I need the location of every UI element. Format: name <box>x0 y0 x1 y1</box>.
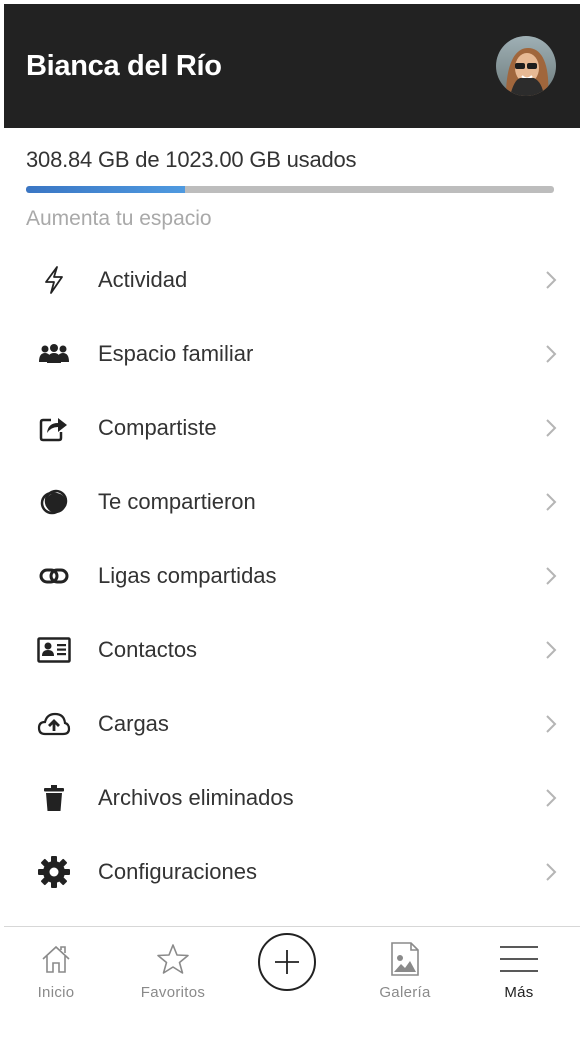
shared-with-you-icon <box>36 484 72 520</box>
chevron-right-icon <box>546 567 557 585</box>
app-header: Bianca del Río <box>4 4 580 128</box>
chevron-right-icon <box>546 715 557 733</box>
menu-item-you-shared[interactable]: Compartiste <box>4 391 580 465</box>
menu-item-contacts[interactable]: Contactos <box>4 613 580 687</box>
menu-item-label: Archivos eliminados <box>98 785 294 810</box>
menu-item-label: Compartiste <box>98 415 217 440</box>
tab-more[interactable]: Más <box>474 927 564 1004</box>
gear-icon <box>36 854 72 890</box>
menu-item-shared-links[interactable]: Ligas compartidas <box>4 539 580 613</box>
menu-item-label: Ligas compartidas <box>98 563 277 588</box>
tab-label: Más <box>504 984 534 1001</box>
menu-item-label: Te compartieron <box>98 489 256 514</box>
storage-progress-bar <box>26 186 554 193</box>
hamburger-menu-icon <box>499 941 539 977</box>
tab-gallery[interactable]: Galería <box>360 927 450 1004</box>
chevron-right-icon <box>546 493 557 511</box>
menu-item-label: Contactos <box>98 637 198 662</box>
tab-label: Favoritos <box>140 984 206 1001</box>
plus-icon <box>275 950 299 974</box>
add-button[interactable] <box>258 933 316 991</box>
home-icon <box>39 941 73 977</box>
gallery-image-icon <box>390 941 420 977</box>
menu-item-uploads[interactable]: Cargas <box>4 687 580 761</box>
menu-item-shared-with-you[interactable]: Te compartieron <box>4 465 580 539</box>
menu-item-label: Configuraciones <box>98 859 257 884</box>
avatar-photo <box>496 36 556 96</box>
menu-item-label: Espacio familiar <box>98 341 254 366</box>
avatar[interactable] <box>496 36 556 96</box>
share-icon <box>36 410 72 446</box>
chevron-right-icon <box>546 271 557 289</box>
storage-section: 308.84 GB de 1023.00 GB usados Aumenta t… <box>4 147 580 231</box>
activity-bolt-icon <box>36 262 72 298</box>
chevron-right-icon <box>546 419 557 437</box>
tab-home[interactable]: Inicio <box>11 927 101 1004</box>
tab-label: Inicio <box>37 984 75 1001</box>
storage-progress-fill <box>26 186 186 193</box>
increase-storage-link[interactable]: Aumenta tu espacio <box>26 207 558 231</box>
contact-card-icon <box>36 632 72 668</box>
more-menu-list: Actividad Espacio familiar Compartiste T… <box>4 243 580 909</box>
menu-item-activity[interactable]: Actividad <box>4 243 580 317</box>
chevron-right-icon <box>546 789 557 807</box>
family-icon <box>36 336 72 372</box>
link-icon <box>36 558 72 594</box>
menu-item-label: Cargas <box>98 711 169 736</box>
user-name: Bianca del Río <box>26 49 222 82</box>
storage-usage-text: 308.84 GB de 1023.00 GB usados <box>26 147 357 172</box>
chevron-right-icon <box>546 345 557 363</box>
app-screen: Bianca del Río 308.84 GB de 1023.00 GB u… <box>4 4 580 1004</box>
chevron-right-icon <box>546 863 557 881</box>
menu-item-family-space[interactable]: Espacio familiar <box>4 317 580 391</box>
menu-item-settings[interactable]: Configuraciones <box>4 835 580 909</box>
chevron-right-icon <box>546 641 557 659</box>
cloud-upload-icon <box>36 706 72 742</box>
menu-item-deleted-files[interactable]: Archivos eliminados <box>4 761 580 835</box>
trash-icon <box>36 780 72 816</box>
bottom-tab-bar: Inicio Favoritos Galería Más <box>4 926 580 1004</box>
tab-favorites[interactable]: Favoritos <box>128 927 218 1004</box>
tab-label: Galería <box>379 984 431 1001</box>
menu-item-label: Actividad <box>98 267 188 292</box>
star-icon <box>156 941 190 977</box>
